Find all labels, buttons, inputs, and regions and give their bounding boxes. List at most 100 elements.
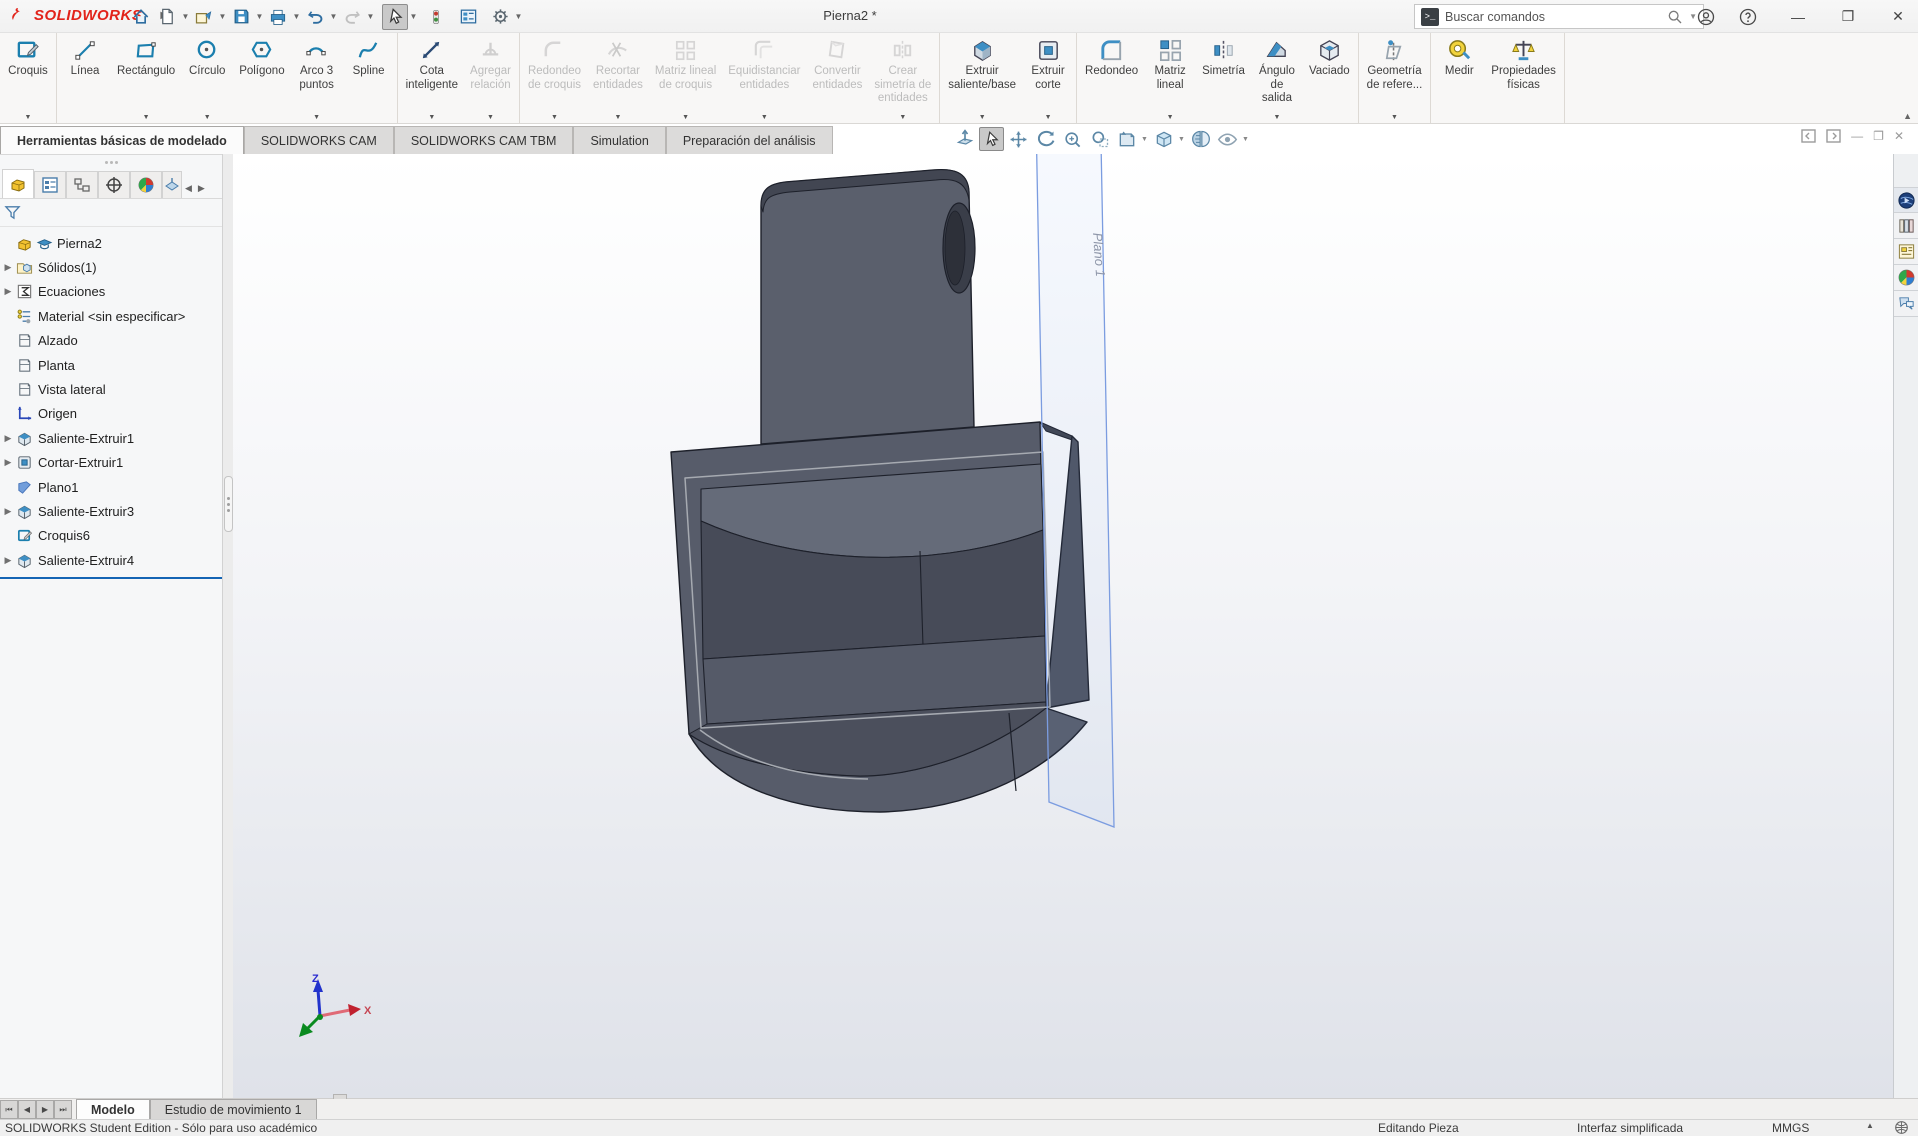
dropdown-caret-icon[interactable]: ▼ <box>1141 136 1149 143</box>
ribbon-spline-button[interactable]: Spline <box>343 35 395 123</box>
dropdown-caret-icon[interactable]: ▼ <box>25 114 32 121</box>
tab-cam-manager[interactable] <box>162 171 182 198</box>
collapse-left-pane-icon[interactable] <box>1801 129 1816 143</box>
tree-item-saliente-extruir1[interactable]: ▶ Saliente-Extruir1 <box>0 426 222 450</box>
tree-item-saliente-extruir3[interactable]: ▶ Saliente-Extruir3 <box>0 499 222 523</box>
model-canvas[interactable]: Plano 1 Z X <box>233 154 1893 1098</box>
ribbon-arco-3-puntos-button[interactable]: Arco 3 puntos ▼ <box>291 35 343 123</box>
expand-arrow-icon[interactable]: ▶ <box>0 286 16 297</box>
filter-funnel-icon[interactable] <box>4 204 21 221</box>
user-account-icon[interactable] <box>1696 7 1716 27</box>
tree-item-solids[interactable]: ▶ Sólidos(1) <box>0 255 222 279</box>
dropdown-caret-icon[interactable]: ▼ <box>143 114 150 121</box>
prev-tab-button[interactable]: ◀ <box>18 1100 36 1119</box>
zoom-to-fit-button[interactable] <box>1060 127 1085 151</box>
expand-arrow-icon[interactable]: ▶ <box>0 433 16 444</box>
restore-button[interactable]: ❐ <box>1834 8 1862 25</box>
dropdown-caret-icon[interactable]: ▼ <box>1391 114 1398 121</box>
dropdown-caret-icon[interactable]: ▼ <box>1178 136 1186 143</box>
save-caret-icon[interactable]: ▼ <box>254 12 265 21</box>
task-pane-appearances-button[interactable] <box>1894 265 1918 291</box>
ribbon-croquis-button[interactable]: Croquis ▼ <box>2 35 54 123</box>
tab-display-manager[interactable] <box>130 171 162 198</box>
tab-simulation[interactable]: Simulation <box>573 126 666 154</box>
print-caret-icon[interactable]: ▼ <box>291 12 302 21</box>
ribbon-extruir-saliente-button[interactable]: Extruir saliente/base ▼ <box>942 35 1022 123</box>
select-tool-button[interactable] <box>382 3 408 30</box>
print-button[interactable] <box>265 4 291 30</box>
home-button[interactable] <box>128 4 154 30</box>
status-units[interactable]: MMGS <box>1772 1121 1809 1135</box>
ribbon-medir-button[interactable]: Medir <box>1433 35 1485 123</box>
dropdown-caret-icon[interactable]: ▼ <box>1167 114 1174 121</box>
tree-item-plano1[interactable]: Plano1 <box>0 475 222 499</box>
task-pane-view-palette-button[interactable] <box>1894 239 1918 265</box>
task-pane-design-library-button[interactable] <box>1894 213 1918 239</box>
help-icon[interactable] <box>1738 7 1758 27</box>
rollback-bar[interactable] <box>0 577 222 580</box>
tab-solidworks-cam-tbm[interactable]: SOLIDWORKS CAM TBM <box>393 126 574 154</box>
new-document-button[interactable] <box>154 4 180 30</box>
ribbon-collapse-icon[interactable]: ▲ <box>1903 111 1912 121</box>
tree-item-origen[interactable]: Origen <box>0 402 222 426</box>
dropdown-caret-icon[interactable]: ▼ <box>204 114 211 121</box>
tree-item-planta[interactable]: Planta <box>0 353 222 377</box>
ribbon-angulo-salida-button[interactable]: Ángulo de salida ▼ <box>1251 35 1303 123</box>
ribbon-poligono-button[interactable]: Polígono <box>233 35 290 123</box>
ribbon-geometria-referencia-button[interactable]: Geometría de refere... ▼ <box>1361 35 1429 123</box>
tree-filter-row[interactable] <box>0 199 222 227</box>
ribbon-propiedades-fisicas-button[interactable]: Propiedades físicas <box>1485 35 1562 123</box>
task-pane-resources-button[interactable] <box>1894 187 1918 213</box>
ribbon-matriz-lineal-button[interactable]: Matriz lineal ▼ <box>1144 35 1196 123</box>
tab-property-manager[interactable] <box>34 171 66 198</box>
tab-solidworks-cam[interactable]: SOLIDWORKS CAM <box>243 126 394 154</box>
zoom-to-area-button[interactable] <box>1087 127 1112 151</box>
first-tab-button[interactable]: ⏮ <box>0 1100 18 1119</box>
tab-estudio-movimiento[interactable]: Estudio de movimiento 1 <box>149 1099 317 1119</box>
save-button[interactable] <box>228 4 254 30</box>
last-tab-button[interactable]: ⏭ <box>54 1100 72 1119</box>
tree-item-alzado[interactable]: Alzado <box>0 329 222 353</box>
tree-item-vista-lateral[interactable]: Vista lateral <box>0 377 222 401</box>
section-view-button[interactable] <box>1188 127 1213 151</box>
search-input[interactable] <box>1445 9 1662 24</box>
tree-item-ecuaciones[interactable]: ▶ Ecuaciones <box>0 280 222 304</box>
ribbon-extruir-corte-button[interactable]: Extruir corte ▼ <box>1022 35 1074 123</box>
file-properties-button[interactable] <box>455 4 481 30</box>
undo-button[interactable] <box>302 4 328 30</box>
ribbon-vaciado-button[interactable]: Vaciado <box>1303 35 1356 123</box>
expand-arrow-icon[interactable]: ▶ <box>0 555 16 566</box>
open-caret-icon[interactable]: ▼ <box>217 12 228 21</box>
options-caret-icon[interactable]: ▼ <box>513 12 524 21</box>
panel-splitter[interactable] <box>222 154 233 1098</box>
tab-configuration-manager[interactable] <box>66 171 98 198</box>
tree-item-part-root[interactable]: Pierna2 <box>0 231 222 255</box>
tab-preparacion-analisis[interactable]: Preparación del análisis <box>665 126 833 154</box>
ribbon-simetria-button[interactable]: Simetría <box>1196 35 1251 123</box>
expand-arrow-icon[interactable]: ▶ <box>0 506 16 517</box>
view-normal-to-button[interactable] <box>952 127 977 151</box>
panel-tabs-right-arrow-icon[interactable]: ▶ <box>195 183 208 198</box>
traffic-light-rebuild-icon[interactable] <box>423 4 449 30</box>
tab-feature-tree[interactable] <box>2 169 34 198</box>
tree-item-cortar-extruir1[interactable]: ▶ Cortar-Extruir1 <box>0 451 222 475</box>
status-tag-icon[interactable] <box>1894 1120 1909 1135</box>
tab-bar-splitter-handle[interactable] <box>333 1094 347 1099</box>
ribbon-rectangulo-button[interactable]: Rectángulo ▼ <box>111 35 181 123</box>
tab-dimxpert[interactable] <box>98 171 130 198</box>
open-button[interactable] <box>191 4 217 30</box>
panel-tabs-left-arrow-icon[interactable]: ◀ <box>182 183 195 198</box>
dropdown-caret-icon[interactable]: ▼ <box>313 114 320 121</box>
expand-arrow-icon[interactable]: ▶ <box>0 457 16 468</box>
dropdown-caret-icon[interactable]: ▼ <box>1242 136 1250 143</box>
next-tab-button[interactable]: ▶ <box>36 1100 54 1119</box>
splitter-handle[interactable] <box>224 476 233 532</box>
ribbon-linea-button[interactable]: Línea <box>59 35 111 123</box>
ribbon-redondeo-button[interactable]: Redondeo <box>1079 35 1144 123</box>
rotate-view-button[interactable] <box>1033 127 1058 151</box>
tree-item-material[interactable]: Material <sin especificar> <box>0 304 222 328</box>
task-pane-comments-button[interactable] <box>1894 291 1918 317</box>
reference-plane-plano1[interactable]: Plano 1 <box>1036 154 1115 828</box>
new-caret-icon[interactable]: ▼ <box>180 12 191 21</box>
doc-restore-button[interactable]: ❐ <box>1873 129 1884 143</box>
